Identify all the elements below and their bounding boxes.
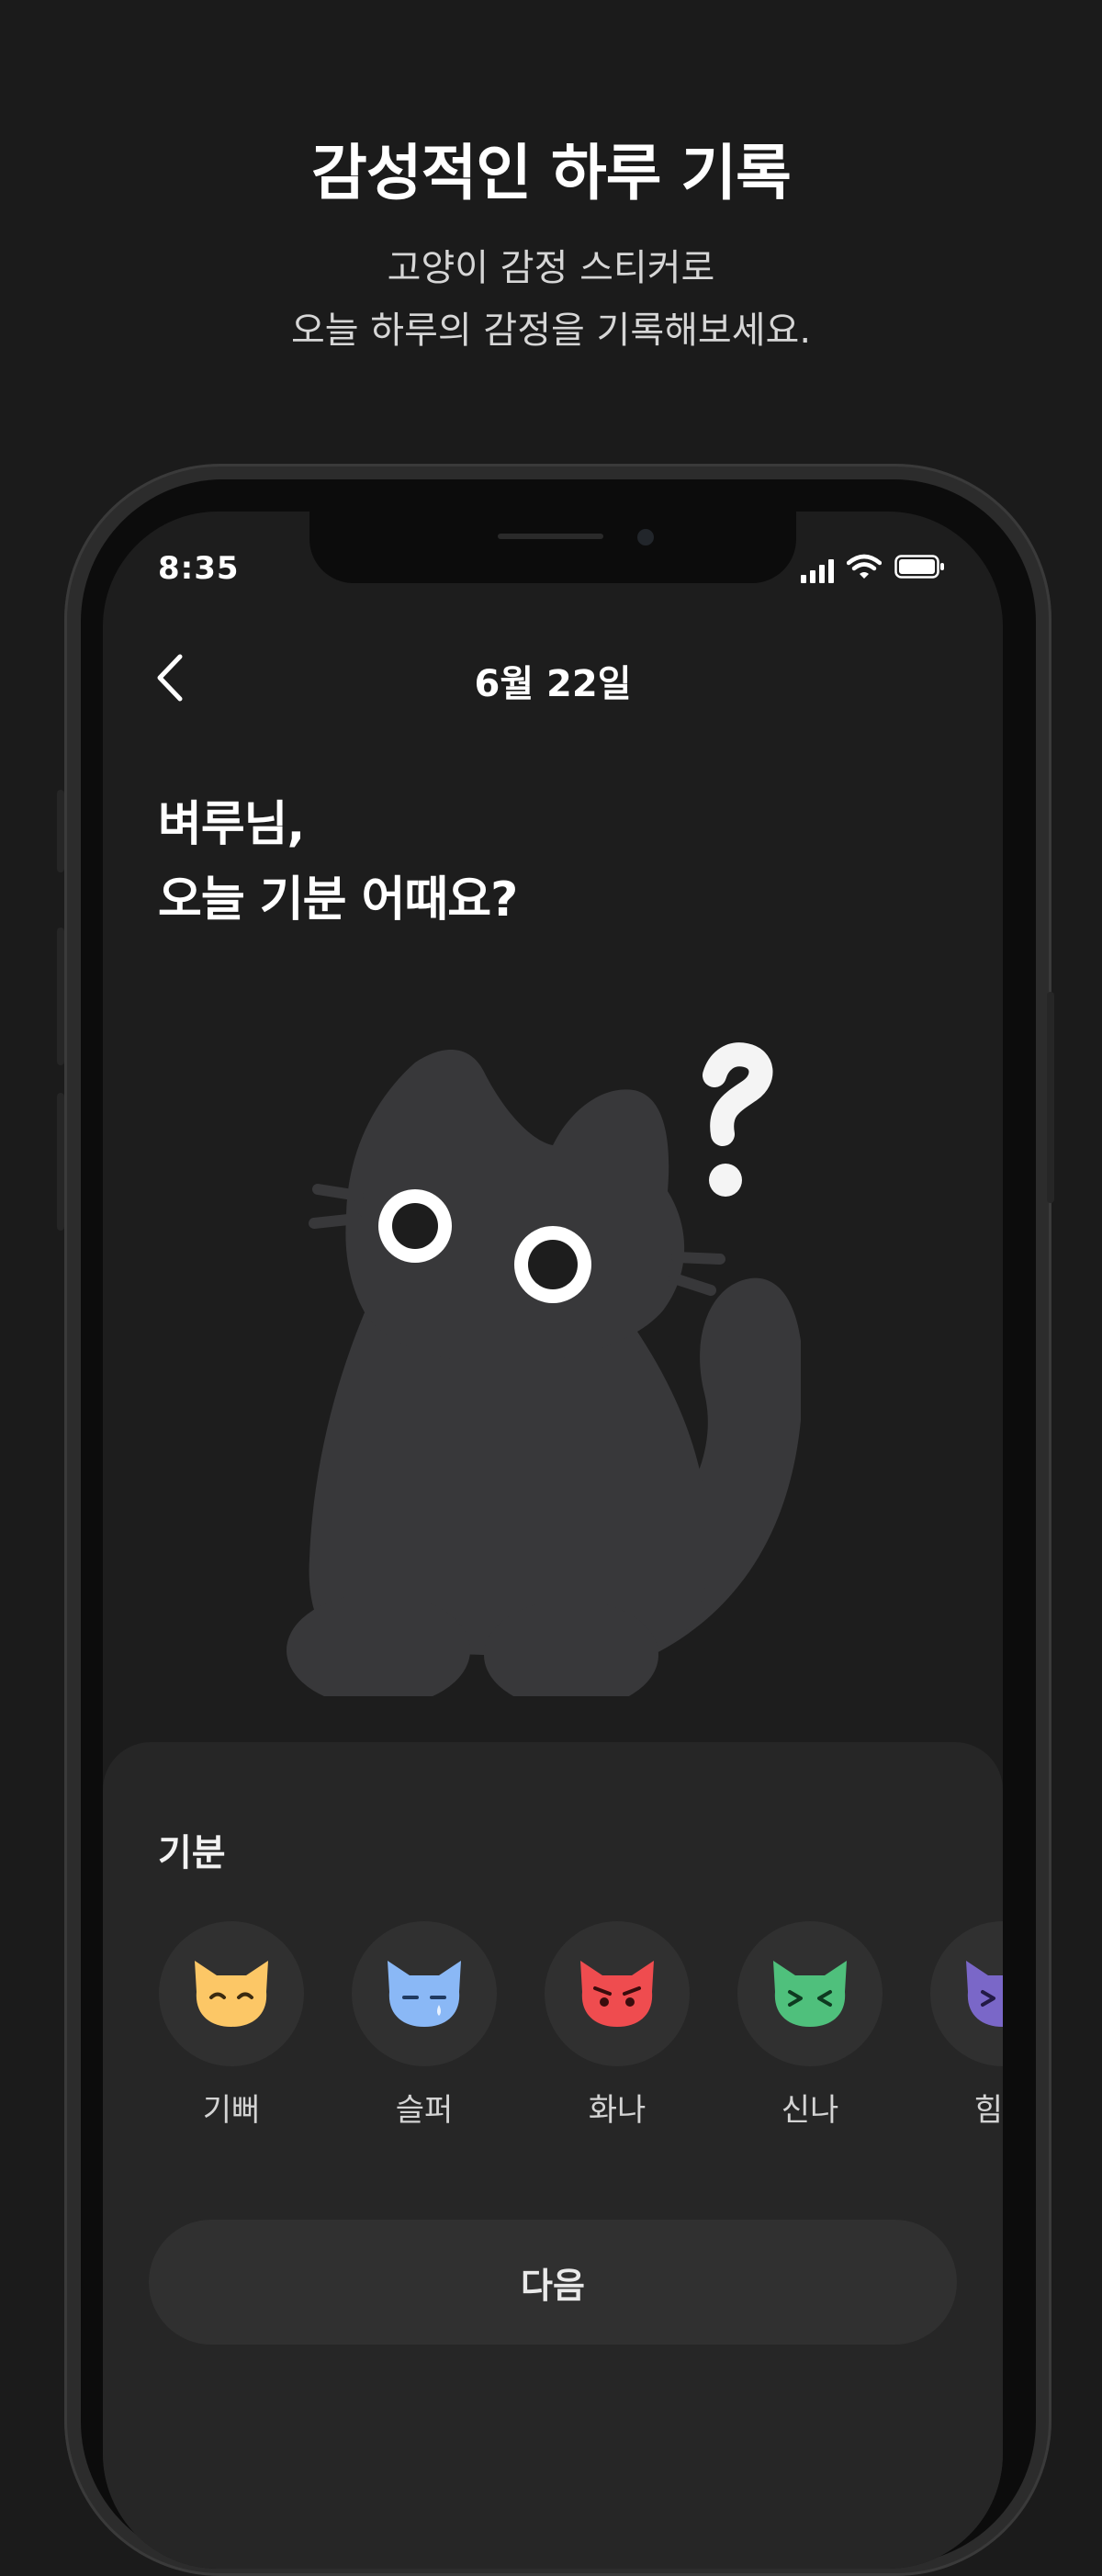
phone-power-button <box>1047 992 1054 1203</box>
mood-circle[interactable] <box>930 1921 1003 2066</box>
happy-cat-icon <box>195 1961 268 2027</box>
promo-title: 감성적인 하루 기록 <box>311 138 792 208</box>
page-title: 6월 22일 <box>474 663 632 705</box>
mood-label-sad: 슬퍼 <box>395 2092 454 2129</box>
promo-subtitle: 고양이 감정 스티커로 오늘 하루의 감정을 기록해보세요. <box>0 237 1102 362</box>
mood-item-happy[interactable]: 기뻐 <box>158 1921 305 2130</box>
promo-subtitle-line1: 고양이 감정 스티커로 <box>387 247 715 289</box>
next-button[interactable]: 다음 <box>149 2220 957 2345</box>
mood-panel: 기분 기뻐 슬퍼 화나 신나 힘 다음 <box>103 1742 1003 2569</box>
phone-volume-down-button <box>57 1093 64 1231</box>
status-icons <box>801 552 946 583</box>
sad-cat-icon <box>388 1961 461 2027</box>
phone-volume-up-button <box>57 928 64 1065</box>
mood-item-tired[interactable]: 힘들 <box>929 1921 1003 2130</box>
mood-section-label: 기분 <box>158 1832 226 1874</box>
mood-label-angry: 화나 <box>588 2092 647 2129</box>
curious-cat-illustration <box>287 1042 801 1696</box>
mood-question-line2: 오늘 기분 어때요? <box>158 872 518 928</box>
mood-question-line1: 벼루님, <box>158 797 305 852</box>
mood-item-sad[interactable]: 슬퍼 <box>351 1921 498 2130</box>
promo-subtitle-line2: 오늘 하루의 감정을 기록해보세요. <box>290 309 812 352</box>
phone-notch <box>309 512 796 583</box>
mood-list[interactable]: 기뻐 슬퍼 화나 신나 힘 <box>158 1921 1003 2142</box>
mood-circle[interactable] <box>737 1921 883 2066</box>
mood-label-excited: 신나 <box>781 2092 839 2129</box>
mood-question: 벼루님, 오늘 기분 어때요? <box>158 787 518 938</box>
mood-item-angry[interactable]: 화나 <box>544 1921 691 2130</box>
battery-icon <box>894 554 946 583</box>
mood-item-excited[interactable]: 신나 <box>737 1921 883 2130</box>
phone-screen: 8:35 6월 22일 벼루님, 오늘 기분 어때요? 기분 기뻐 슬퍼 화나 … <box>103 512 1003 2569</box>
mood-label-happy: 기뻐 <box>202 2092 261 2129</box>
mood-circle[interactable] <box>352 1921 497 2066</box>
mood-label-tired: 힘들 <box>973 2092 1003 2129</box>
wifi-icon <box>846 554 883 583</box>
phone-side-button <box>57 790 64 872</box>
mood-circle[interactable] <box>545 1921 690 2066</box>
mood-circle[interactable] <box>159 1921 304 2066</box>
angry-cat-icon <box>580 1961 654 2027</box>
speaker-grill <box>498 534 603 539</box>
status-time: 8:35 <box>158 550 240 587</box>
front-camera <box>637 529 654 546</box>
question-mark-icon <box>703 1042 773 1197</box>
tired-cat-icon <box>966 1961 1003 2027</box>
excited-cat-icon <box>773 1961 847 2027</box>
signal-icon <box>801 559 834 583</box>
